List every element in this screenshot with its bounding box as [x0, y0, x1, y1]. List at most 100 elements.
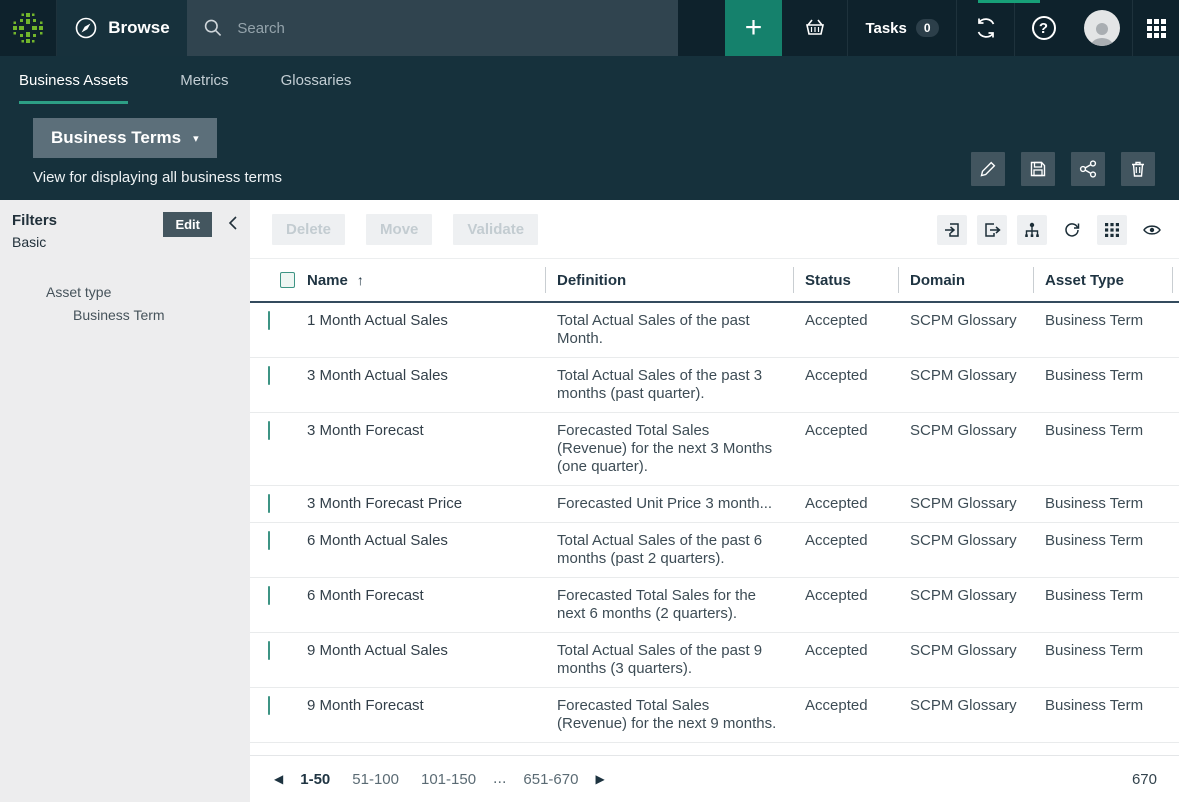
- column-header-asset-type[interactable]: Asset Type: [1033, 259, 1179, 301]
- eye-icon: [1142, 221, 1162, 239]
- preview-button[interactable]: [1137, 215, 1167, 245]
- page-range-1-50[interactable]: 1-50: [300, 771, 330, 788]
- column-header-name[interactable]: Name ↑: [295, 259, 545, 301]
- activities-button[interactable]: [957, 0, 1014, 56]
- column-header-domain[interactable]: Domain: [898, 259, 1033, 301]
- hierarchy-button[interactable]: [1017, 215, 1047, 245]
- apps-menu-button[interactable]: [1132, 0, 1179, 56]
- move-button[interactable]: Move: [366, 214, 432, 245]
- next-page-icon[interactable]: ▶: [589, 772, 610, 786]
- cell-definition: Forecasted Total Sales (Revenue) for the…: [545, 688, 793, 742]
- total-count: 670: [1132, 771, 1157, 788]
- cell-asset-type: Business Term: [1033, 633, 1179, 669]
- tasks-button[interactable]: Tasks 0: [847, 0, 957, 56]
- search-input[interactable]: [237, 20, 662, 37]
- import-icon: [943, 221, 961, 239]
- cell-name[interactable]: 6 Month Actual Sales: [295, 523, 545, 559]
- cell-domain: SCPM Glossary: [898, 523, 1033, 559]
- column-header-definition[interactable]: Definition: [545, 259, 793, 301]
- app-logo[interactable]: [0, 0, 57, 56]
- cell-domain: SCPM Glossary: [898, 688, 1033, 724]
- help-icon: ?: [1032, 16, 1056, 40]
- table-header-row: Name ↑ Definition Status Domain Asset Ty…: [250, 259, 1179, 303]
- sync-icon: [973, 15, 999, 41]
- cell-name[interactable]: 1 Month Actual Sales: [295, 303, 545, 339]
- sort-ascending-icon[interactable]: ↑: [357, 272, 364, 288]
- data-basket-button[interactable]: [782, 0, 847, 56]
- save-view-button[interactable]: [1021, 152, 1055, 186]
- page-range-101-150[interactable]: 101-150: [421, 771, 476, 788]
- search-icon: [203, 17, 223, 39]
- validate-button[interactable]: Validate: [453, 214, 538, 245]
- tasks-label: Tasks: [865, 20, 906, 37]
- table-row[interactable]: 9 Month Forecast Forecasted Total Sales …: [250, 688, 1179, 743]
- cell-domain: SCPM Glossary: [898, 578, 1033, 614]
- active-nav-indicator: [978, 0, 1040, 3]
- delete-view-button[interactable]: [1121, 152, 1155, 186]
- cell-definition: Forecasted Total Sales (Revenue) for the…: [545, 413, 793, 485]
- table-row[interactable]: 3 Month Actual Sales Total Actual Sales …: [250, 358, 1179, 413]
- table-row[interactable]: 1 Month Actual Sales Total Actual Sales …: [250, 303, 1179, 358]
- cell-status: Accepted: [793, 303, 898, 339]
- content-area: Filters Basic Edit Asset type Business T…: [0, 200, 1179, 802]
- cell-status: Accepted: [793, 523, 898, 559]
- row-checkbox[interactable]: [268, 696, 270, 715]
- pagination-bar: ◀ 1-50 51-100 101-150 ... 651-670 ▶ 670: [250, 755, 1179, 802]
- row-checkbox[interactable]: [268, 531, 270, 550]
- row-checkbox[interactable]: [268, 586, 270, 605]
- page-range-651-670[interactable]: 651-670: [523, 771, 578, 788]
- section-tabs: Business Assets Metrics Glossaries: [0, 56, 1179, 104]
- import-button[interactable]: [937, 215, 967, 245]
- cell-name[interactable]: 9 Month Actual Sales: [295, 633, 545, 669]
- table-row[interactable]: 9 Month Actual Sales Total Actual Sales …: [250, 633, 1179, 688]
- page-range-51-100[interactable]: 51-100: [352, 771, 399, 788]
- help-button[interactable]: ?: [1014, 0, 1072, 56]
- cell-status: Accepted: [793, 633, 898, 669]
- previous-page-icon[interactable]: ◀: [268, 772, 289, 786]
- filters-panel: Filters Basic Edit Asset type Business T…: [0, 200, 250, 802]
- filter-asset-type-value: Business Term: [12, 307, 238, 323]
- cell-name[interactable]: 3 Month Actual Sales: [295, 358, 545, 394]
- table-row[interactable]: 6 Month Actual Sales Total Actual Sales …: [250, 523, 1179, 578]
- tab-metrics[interactable]: Metrics: [180, 56, 228, 104]
- export-button[interactable]: [977, 215, 1007, 245]
- select-all-checkbox[interactable]: [280, 272, 295, 288]
- cell-name[interactable]: 9 Month Forecast: [295, 688, 545, 724]
- edit-filters-button[interactable]: Edit: [163, 212, 212, 237]
- cell-asset-type: Business Term: [1033, 303, 1179, 339]
- user-menu-button[interactable]: [1072, 0, 1132, 56]
- row-checkbox[interactable]: [268, 366, 270, 385]
- column-header-status[interactable]: Status: [793, 259, 898, 301]
- create-asset-button[interactable]: +: [725, 0, 782, 56]
- table-row[interactable]: 6 Month Forecast Forecasted Total Sales …: [250, 578, 1179, 633]
- row-checkbox[interactable]: [268, 311, 270, 330]
- page-title: Business Terms: [51, 128, 181, 148]
- table-row[interactable]: 3 Month Forecast Forecasted Total Sales …: [250, 413, 1179, 486]
- tab-business-assets[interactable]: Business Assets: [19, 56, 128, 104]
- collapse-panel-icon[interactable]: [228, 215, 238, 231]
- refresh-button[interactable]: [1057, 215, 1087, 245]
- delete-button[interactable]: Delete: [272, 214, 345, 245]
- cell-name[interactable]: 3 Month Forecast: [295, 413, 545, 449]
- table-row[interactable]: 3 Month Forecast Price Forecasted Unit P…: [250, 486, 1179, 523]
- cell-name[interactable]: 3 Month Forecast Price: [295, 486, 545, 522]
- share-view-button[interactable]: [1071, 152, 1105, 186]
- view-header: Business Terms ▾ View for displaying all…: [0, 104, 1179, 200]
- edit-view-button[interactable]: [971, 152, 1005, 186]
- tab-glossaries[interactable]: Glossaries: [281, 56, 352, 104]
- cell-asset-type: Business Term: [1033, 523, 1179, 559]
- table-toolbar-icons: [937, 215, 1167, 245]
- cell-status: Accepted: [793, 413, 898, 449]
- cell-asset-type: Business Term: [1033, 358, 1179, 394]
- view-selector-dropdown[interactable]: Business Terms ▾: [33, 118, 217, 158]
- cell-status: Accepted: [793, 578, 898, 614]
- row-checkbox[interactable]: [268, 494, 270, 513]
- row-checkbox[interactable]: [268, 421, 270, 440]
- cell-name[interactable]: 6 Month Forecast: [295, 578, 545, 614]
- avatar: [1084, 10, 1120, 46]
- cell-asset-type: Business Term: [1033, 413, 1179, 449]
- display-options-button[interactable]: [1097, 215, 1127, 245]
- global-search[interactable]: [187, 0, 678, 56]
- row-checkbox[interactable]: [268, 641, 270, 660]
- nav-browse[interactable]: Browse: [57, 0, 187, 56]
